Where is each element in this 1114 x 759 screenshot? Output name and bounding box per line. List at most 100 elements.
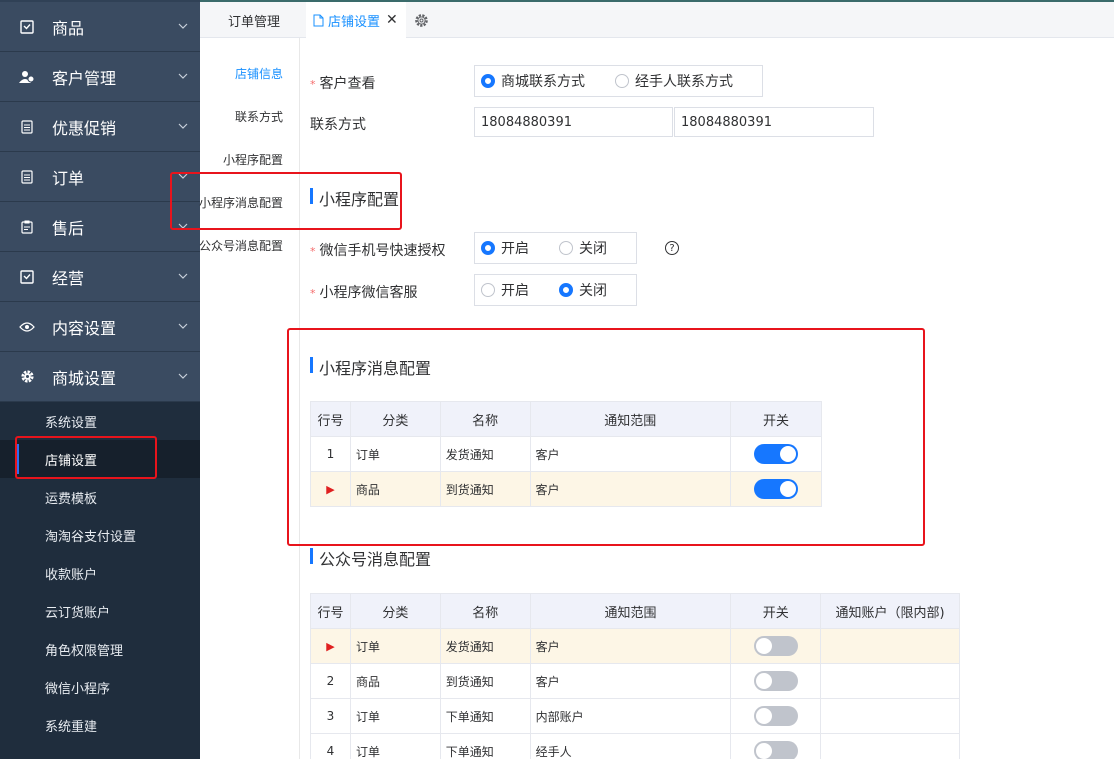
tab-store-settings[interactable]: 店铺设置 ✕ [306,2,406,38]
list-doc-icon [19,119,35,135]
section-link-miniprogram-messages[interactable]: 小程序消息配置 [199,194,283,211]
notification-toggle[interactable] [753,671,798,691]
table-row[interactable]: ▶ 订单 发货通知 客户 [310,628,960,664]
submenu-label: 店铺设置 [45,453,98,469]
menu-item-aftersales[interactable]: 售后 [0,202,200,252]
submenu-item-system-settings[interactable]: 系统设置 [0,402,200,440]
row-category: 订单 [349,436,441,472]
notification-toggle[interactable] [753,636,798,656]
column-header: 行号 [310,401,351,437]
row-scope: 客户 [529,628,732,664]
required-mark: * [310,245,316,258]
submenu-mall-settings: 系统设置 店铺设置 运费模板 淘淘谷支付设置 收款账户 云订货账户 角色权限管理… [0,402,200,759]
radio-circle [559,241,573,255]
radio-service-on[interactable]: 开启 [481,275,529,305]
row-scope: 客户 [529,663,732,699]
section-link-contact[interactable]: 联系方式 [235,108,283,125]
radio-phone-auth-on[interactable]: 开启 [481,233,529,263]
radio-service-off[interactable]: 关闭 [559,275,607,305]
customer-view-label: * 客户查看 [310,76,376,92]
row-number: 4 [310,733,351,759]
menu-item-orders[interactable]: 订单 [0,152,200,202]
row-name: 到货通知 [439,663,531,699]
phone-auth-label: * 微信手机号快速授权 [310,243,446,259]
eye-icon [19,319,35,335]
miniprogram-message-table: 行号 分类 名称 通知范围 开关 1 订单 发货通知 客户 ▶ 商品 到货通知 … [310,401,822,507]
submenu-item-cloud-order-account[interactable]: 云订货账户 [0,592,200,630]
clipboard-check-icon [19,19,35,35]
radio-mall-contact[interactable]: 商城联系方式 [481,66,585,96]
submenu-label: 云订货账户 [45,605,111,621]
row-scope: 内部账户 [529,698,732,734]
table-row[interactable]: 4 订单 下单通知 经手人 [310,733,960,759]
customer-view-radio-group: 商城联系方式 经手人联系方式 [474,65,763,97]
table-header-row: 行号 分类 名称 通知范围 开关 通知账户（限内部) [310,593,960,629]
current-row-arrow-icon: ▶ [326,640,335,653]
required-mark: * [310,78,316,91]
menu-item-customers[interactable]: 客户管理 [0,52,200,102]
row-notify-account[interactable] [820,733,960,759]
chevron-down-icon [178,123,188,129]
submenu-item-store-settings[interactable]: 店铺设置 [0,440,200,478]
section-link-store-info[interactable]: 店铺信息 [235,65,283,82]
menu-item-operations[interactable]: 经营 [0,252,200,302]
tab-label: 店铺设置 [328,14,381,30]
notification-toggle[interactable] [753,741,798,759]
help-icon[interactable]: ? [665,241,679,255]
menu-label: 商城设置 [52,368,117,388]
menu-item-content-settings[interactable]: 内容设置 [0,302,200,352]
submenu-item-system-rebuild[interactable]: 系统重建 [0,706,200,744]
section-link-miniprogram-config[interactable]: 小程序配置 [223,151,283,168]
section-title-miniprogram-config: 小程序配置 [310,186,399,210]
radio-phone-auth-off[interactable]: 关闭 [559,233,607,263]
row-number: 1 [310,436,351,472]
contact-phone-field-2[interactable]: 18084880391 [674,107,874,137]
table-row[interactable]: 1 订单 发货通知 客户 [310,436,822,472]
contact-phone-field[interactable]: 18084880391 [474,107,673,137]
menu-item-promotions[interactable]: 优惠促销 [0,102,200,152]
section-link-official-account-messages[interactable]: 公众号消息配置 [199,237,283,254]
table-row[interactable]: 3 订单 下单通知 内部账户 [310,698,960,734]
row-category: 订单 [349,698,441,734]
table-row[interactable]: 2 商品 到货通知 客户 [310,663,960,699]
row-notify-account[interactable] [820,698,960,734]
column-header: 行号 [310,593,351,629]
row-name: 下单通知 [439,733,531,759]
submenu-item-receiving-account[interactable]: 收款账户 [0,554,200,592]
row-notify-account[interactable] [820,628,960,664]
column-header: 通知范围 [529,401,732,437]
submenu-item-shipping-templates[interactable]: 运费模板 [0,478,200,516]
app-root: 商品 客户管理 优惠促销 订单 售后 经营 内容设置 商城设置 系统设置 店铺设… [0,0,1114,759]
row-scope: 经手人 [529,733,732,759]
tab-order-management[interactable]: 订单管理 [214,2,306,38]
column-header: 开关 [730,593,822,629]
notification-toggle[interactable] [753,706,798,726]
row-name: 发货通知 [439,628,531,664]
close-icon[interactable]: ✕ [386,12,398,28]
submenu-label: 角色权限管理 [45,643,124,659]
submenu-item-payment-settings[interactable]: 淘淘谷支付设置 [0,516,200,554]
menu-item-mall-settings[interactable]: 商城设置 [0,352,200,402]
submenu-label: 系统设置 [45,415,98,431]
contact-label: 联系方式 [310,117,366,133]
chevron-down-icon [178,223,188,229]
menu-item-goods[interactable]: 商品 [0,2,200,52]
row-name: 下单通知 [439,698,531,734]
notification-toggle[interactable] [754,479,799,499]
submenu-label: 系统重建 [45,719,98,735]
chevron-up-icon [178,373,188,379]
submenu-item-role-permissions[interactable]: 角色权限管理 [0,630,200,668]
settings-content: * 客户查看 商城联系方式 经手人联系方式 联系方式 18084880391 18… [300,38,1114,759]
menu-label: 客户管理 [52,68,117,88]
radio-handler-contact[interactable]: 经手人联系方式 [615,66,733,96]
table-row[interactable]: ▶ 商品 到货通知 客户 [310,471,822,507]
chevron-down-icon [178,23,188,29]
row-name: 到货通知 [439,471,531,507]
section-title-miniprogram-messages: 小程序消息配置 [310,355,431,379]
row-notify-account[interactable] [820,663,960,699]
notification-toggle[interactable] [754,444,799,464]
menu-label: 订单 [52,168,85,188]
submenu-item-wechat-miniprogram[interactable]: 微信小程序 [0,668,200,706]
gear-icon[interactable] [414,2,434,38]
chevron-down-icon [178,73,188,79]
